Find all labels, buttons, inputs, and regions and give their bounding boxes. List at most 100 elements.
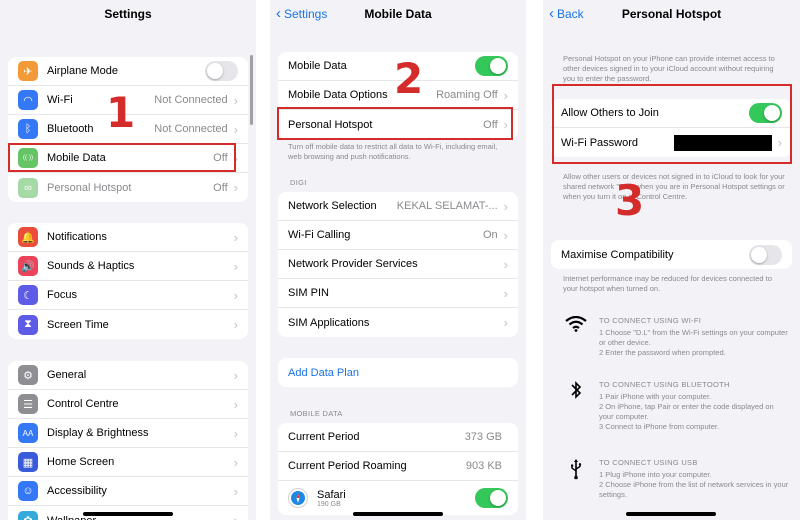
connect-step: 1 Choose "D.L" from the Wi-Fi settings o… xyxy=(599,328,788,347)
safari-toggle[interactable] xyxy=(475,488,508,508)
mobile-data-panel: ‹ Settings Mobile Data Mobile Data Mobil… xyxy=(270,0,526,520)
connect-wifi-block: TO CONNECT USING WI-FI 1 Choose "D.L" fr… xyxy=(563,315,790,366)
settings-row-accessibility[interactable]: ☺ Accessibility › xyxy=(8,477,248,506)
row-label: Maximise Compatibility xyxy=(561,248,674,261)
home-indicator xyxy=(626,512,716,516)
settings-row-control-centre[interactable]: ☰ Control Centre › xyxy=(8,390,248,419)
add-data-plan-link[interactable]: Add Data Plan xyxy=(278,358,518,387)
carrier-row-network-provider-services[interactable]: Network Provider Services › xyxy=(278,250,518,279)
chevron-right-icon: › xyxy=(233,367,238,383)
connect-step: 2 Choose iPhone from the list of network… xyxy=(599,480,789,499)
connect-step: 3 Connect to iPhone from computer. xyxy=(599,422,720,431)
carrier-row-wi-fi-calling[interactable]: Wi-Fi Calling On › xyxy=(278,221,518,250)
bell-icon: 🔔 xyxy=(18,227,38,247)
chevron-right-icon: › xyxy=(503,227,508,243)
row-label: Sounds & Haptics xyxy=(47,260,135,272)
row-label: Notifications xyxy=(47,231,107,243)
notifications-group: 🔔 Notifications › 🔊 Sounds & Haptics › ☾ Focus ›… xyxy=(8,223,248,339)
hotspot-icon: ∞ xyxy=(18,177,38,198)
settings-row-screen-time[interactable]: ⧗ Screen Time › xyxy=(8,310,248,339)
row-label: Current Period xyxy=(288,431,360,443)
airplane-mode-toggle[interactable] xyxy=(205,61,238,81)
row-label: Display & Brightness xyxy=(47,427,149,439)
row-label: Bluetooth xyxy=(47,123,94,135)
chevron-right-icon: › xyxy=(233,425,238,441)
settings-row-personal-hotspot[interactable]: ∞ Personal Hotspot Off › xyxy=(8,173,248,202)
connect-step: 1 Plug iPhone into your computer. xyxy=(599,470,712,479)
chevron-right-icon: › xyxy=(503,315,508,330)
row-label: SIM PIN xyxy=(288,287,329,299)
row-label: Accessibility xyxy=(47,485,107,497)
usb-icon xyxy=(563,458,589,485)
page-title: Settings xyxy=(104,7,152,21)
carrier-row-sim-applications[interactable]: SIM Applications › xyxy=(278,308,518,337)
settings-row-notifications[interactable]: 🔔 Notifications › xyxy=(8,223,248,252)
row-label: Focus xyxy=(47,289,77,301)
connect-step: 1 Pair iPhone with your computer. xyxy=(599,392,712,401)
row-label: Home Screen xyxy=(47,456,115,468)
hourglass-icon: ⧗ xyxy=(18,314,38,335)
hotspot-intro: Personal Hotspot on your iPhone can prov… xyxy=(563,54,775,83)
settings-row-focus[interactable]: ☾ Focus › xyxy=(8,281,248,310)
app-usage: 190 GB xyxy=(317,500,341,508)
settings-row-sounds-haptics[interactable]: 🔊 Sounds & Haptics › xyxy=(8,252,248,281)
speaker-icon: 🔊 xyxy=(18,256,38,276)
chevron-right-icon: › xyxy=(503,198,508,214)
settings-row-display-brightness[interactable]: AA Display & Brightness › xyxy=(8,419,248,448)
carrier-row-network-selection[interactable]: Network Selection KEKAL SELAMAT-... › xyxy=(278,192,518,221)
row-label: General xyxy=(47,369,87,381)
row-label: Airplane Mode xyxy=(47,65,118,77)
carrier-row-sim-pin[interactable]: SIM PIN › xyxy=(278,279,518,308)
chevron-right-icon: › xyxy=(503,256,508,272)
step-marker-1: 1 xyxy=(106,88,136,137)
connect-heading: TO CONNECT USING USB xyxy=(599,458,698,467)
highlight-personal-hotspot xyxy=(277,107,513,140)
row-label: SIM Applications xyxy=(288,316,370,329)
switches-icon: ☰ xyxy=(18,394,38,414)
settings-row-general[interactable]: ⚙ General › xyxy=(8,361,248,390)
row-label: Network Provider Services xyxy=(288,258,418,270)
settings-row-home-screen[interactable]: ▦ Home Screen › xyxy=(8,448,248,477)
general-group: ⚙ General › ☰ Control Centre › AA Display & Bri… xyxy=(8,361,248,520)
safari-row: Safari 190 GB xyxy=(278,481,518,515)
chevron-right-icon: › xyxy=(233,180,238,195)
settings-row-airplane-mode[interactable]: ✈ Airplane Mode xyxy=(8,57,248,86)
row-value: KEKAL SELAMAT-... xyxy=(396,200,498,212)
mobile-data-note: Turn off mobile data to restrict all dat… xyxy=(288,142,498,161)
accessibility-icon: ☺ xyxy=(18,481,38,501)
settings-panel: Settings ✈ Airplane Mode ◠ Wi-Fi Not Connect… xyxy=(0,0,256,520)
row-label: Personal Hotspot xyxy=(47,181,132,194)
chevron-right-icon: › xyxy=(233,287,238,303)
connect-heading: TO CONNECT USING BLUETOOTH xyxy=(599,380,730,389)
highlight-hotspot-settings xyxy=(552,84,792,164)
maximise-compatibility-row: Maximise Compatibility xyxy=(551,240,792,269)
maximise-note: Internet performance may be reduced for … xyxy=(563,274,772,293)
link-label: Add Data Plan xyxy=(288,366,359,379)
safari-icon xyxy=(288,488,308,508)
connect-step: 2 On iPhone, tap Pair or enter the code … xyxy=(599,402,774,421)
chevron-right-icon: › xyxy=(234,513,238,520)
wifi-icon xyxy=(563,315,589,337)
moon-icon: ☾ xyxy=(18,285,38,305)
chevron-right-icon: › xyxy=(233,258,238,274)
chevron-right-icon: › xyxy=(503,285,508,301)
row-value: Not Connected xyxy=(154,123,228,135)
maximise-compatibility-toggle[interactable] xyxy=(749,244,782,265)
scrollbar[interactable] xyxy=(250,55,253,125)
chevron-right-icon: › xyxy=(233,317,238,332)
bluetooth-icon: ᛒ xyxy=(18,119,38,139)
connect-step: 2 Enter the password when prompted. xyxy=(599,348,726,357)
row-label: Wi-Fi xyxy=(47,94,73,106)
chevron-right-icon: › xyxy=(233,483,238,499)
row-value: Off xyxy=(213,181,228,194)
home-indicator xyxy=(353,512,443,516)
airplane-icon: ✈ xyxy=(18,61,38,81)
highlight-mobile-data xyxy=(8,143,236,172)
row-label: Wi-Fi Calling xyxy=(288,229,351,241)
row-label: Network Selection xyxy=(288,200,377,212)
step-marker-3: 3 xyxy=(615,176,645,225)
mobile-data-toggle[interactable] xyxy=(475,56,508,76)
chevron-right-icon: › xyxy=(233,92,238,108)
app-name: Safari xyxy=(317,488,346,501)
row-label: Control Centre xyxy=(47,398,119,410)
